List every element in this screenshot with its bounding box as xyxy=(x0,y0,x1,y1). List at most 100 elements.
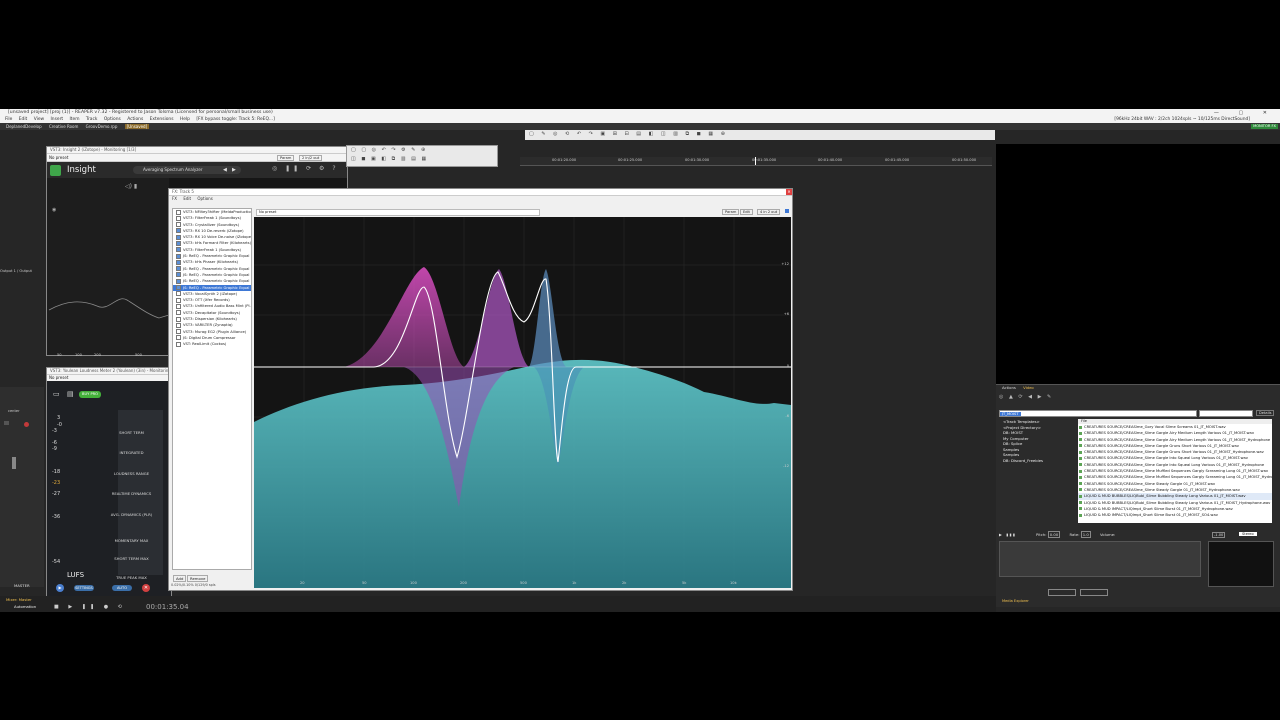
media-waveform[interactable] xyxy=(999,541,1201,577)
media-toolbar-icons[interactable]: ◎ ▲ ⟳ ◀ ▶ ✎ xyxy=(999,394,1053,400)
time-mark: 00:01:40.000 xyxy=(818,158,843,162)
stereo-button[interactable]: Stereo xyxy=(1239,532,1257,536)
project-tab[interactable]: [Unsaved] xyxy=(124,124,150,129)
pitch-input[interactable]: 0.00 xyxy=(1047,531,1061,538)
eq-graph xyxy=(254,217,791,588)
menu-actions[interactable]: Actions xyxy=(127,117,143,122)
rate-input[interactable]: 1.0 xyxy=(1080,531,1091,538)
buy-pro-button[interactable]: BUY PRO xyxy=(79,391,101,398)
media-explorer-tab[interactable]: Media Explorer xyxy=(1002,599,1029,603)
track-tab-automation[interactable]: Automation xyxy=(14,604,36,609)
media-play-icon[interactable]: ▶ xyxy=(999,532,1002,537)
menu-file[interactable]: File xyxy=(5,117,12,122)
fx-bypass-checkbox[interactable] xyxy=(785,209,789,213)
project-tab[interactable]: GroovDemo.rpp xyxy=(86,124,118,129)
media-search-input[interactable]: JT_MOIST xyxy=(999,410,1197,417)
menu-track[interactable]: Track xyxy=(86,117,98,122)
loudness-preset[interactable]: No preset xyxy=(49,375,68,380)
volume-input[interactable]: -1.00 xyxy=(1212,532,1226,538)
auto-button[interactable]: AUTO xyxy=(112,585,132,591)
rate-label: Rate: xyxy=(1069,532,1080,537)
fx-item[interactable]: VST3: Unfiltered Audio Bass Mint (Pl.. xyxy=(173,303,251,309)
menu-extensions[interactable]: Extensions xyxy=(150,117,174,122)
bottom-dock: Mixer: Master Automation ■ ▶ ❚❚ ● ⟲ 00:0… xyxy=(0,596,996,612)
reaper-window: [unsaved project] [proj (1)] - REAPER v7… xyxy=(0,109,1280,612)
lufs-scale-0: -0 xyxy=(57,422,62,428)
lock-icon[interactable]: ▤ xyxy=(67,390,74,398)
fx-edit-button[interactable]: Edit xyxy=(740,209,753,215)
insight-brand: Insight xyxy=(67,165,96,175)
toolbar-icons[interactable]: ▢ ▢ ◎ ↶ ↷ ⚙ ✎ ⊕ xyxy=(351,147,427,153)
toolbar-icons-row2[interactable]: ◫ ◼ ▣ ◧ ⧉ ▥ ▤ ▦ xyxy=(351,156,428,162)
media-file-list[interactable]: File CREATURES SOURCE/CREASlme_Gory Voca… xyxy=(1078,419,1272,523)
lufs-scale-3: 3 xyxy=(57,415,61,421)
transport-icons[interactable]: ◎ ❚❚ ⟳ ⚙ ? xyxy=(272,165,339,172)
fx-param-button[interactable]: Param xyxy=(722,209,740,215)
media-path-select[interactable] xyxy=(1199,410,1253,417)
play-icon[interactable]: ▶ xyxy=(56,584,64,592)
fx-remove-button[interactable]: Remove xyxy=(187,575,209,582)
next-arrow-icon[interactable]: ▶ xyxy=(232,166,236,174)
fx-item[interactable]: VST: RealLimit (Cockos) xyxy=(173,341,251,347)
menu-edit[interactable]: Edit xyxy=(19,117,28,122)
transport-buttons[interactable]: ■ ▶ ❚❚ ● ⟲ xyxy=(54,604,126,610)
insight-preset[interactable]: No preset xyxy=(49,154,68,161)
reset-icon[interactable]: ✕ xyxy=(142,584,150,592)
master-label: MASTER xyxy=(14,583,30,588)
timeline-ruler[interactable]: 00:01:20.000 00:01:25.000 00:01:30.000 0… xyxy=(520,157,992,166)
project-tab[interactable]: DeplanedDevelop xyxy=(6,124,42,129)
menu-item[interactable]: Item xyxy=(70,117,80,122)
details-button[interactable]: Details xyxy=(1256,410,1275,416)
fx-io-button[interactable]: 4 in 2 out xyxy=(757,209,781,215)
media-tree[interactable]: <Track Templates> <Project Directory> DB… xyxy=(999,419,1071,529)
playhead[interactable] xyxy=(755,157,756,165)
mute-button[interactable] xyxy=(4,421,9,425)
menu-insert[interactable]: Insert xyxy=(51,117,64,122)
eq-freq-tick: 100 xyxy=(410,581,417,585)
menu-view[interactable]: View xyxy=(34,117,44,122)
tab-video[interactable]: Video xyxy=(1023,385,1034,390)
project-tabs: DeplanedDevelop Creative Room GroovDemo.… xyxy=(0,123,1280,130)
lufs-scale-23: -23 xyxy=(52,480,61,486)
tree-item[interactable]: DB: Discord_Freebies xyxy=(999,458,1071,464)
monitor-fx-badge[interactable]: MONITOR FX xyxy=(1251,124,1278,129)
settings-dot-icon[interactable]: ◉ xyxy=(52,207,56,213)
prev-arrow-icon[interactable]: ◀ xyxy=(223,166,227,174)
label-avg-dynamics: AVG. DYNAMICS (PLR) xyxy=(110,512,153,517)
fx-add-button[interactable]: Add xyxy=(173,575,187,582)
fx-item[interactable]: VST3: Murag EG2 (Plugin Alliance) xyxy=(173,329,251,335)
fx-window: FX: Track 5 ✕ FX Edit Options VST3: NFil… xyxy=(168,188,793,591)
fx-item[interactable]: JS: ReEQ - Parametric Graphic Equal xyxy=(173,278,251,284)
record-arm-icon[interactable] xyxy=(24,422,29,427)
file-row[interactable]: LIQUID & MUD IMPACT/LIQImpt_Short Slime … xyxy=(1078,512,1272,519)
fx-item[interactable]: VST3: FilterFreak 1 (Soundtoys) xyxy=(173,215,251,221)
fx-menu-fx[interactable]: FX xyxy=(172,196,177,201)
view-toggle-icon[interactable]: ◁) ▮ xyxy=(125,183,137,190)
insight-io-button[interactable]: 2 in/2 out xyxy=(299,155,323,161)
settings-button[interactable]: SETTINGS xyxy=(74,585,94,591)
master-fader[interactable] xyxy=(12,457,16,469)
fx-close-button[interactable]: ✕ xyxy=(786,189,792,195)
fx-item[interactable]: VST3: kHs Formant Filter (Kilohearts) xyxy=(173,240,251,246)
eq-db-tick: +6 xyxy=(783,312,789,316)
eq-display[interactable]: 20 50 100 200 500 1k 2k 5k 10k +12 +6 0 … xyxy=(254,217,791,588)
freq-tick: 500 xyxy=(135,353,142,357)
media-transport-icons[interactable]: ▮ ▮ ▮ xyxy=(1006,532,1015,537)
project-tab[interactable]: Creative Room xyxy=(49,124,78,129)
menu-help[interactable]: Help xyxy=(180,117,190,122)
fx-item-selected[interactable]: JS: ReEQ - Parametric Graphic Equal xyxy=(173,284,251,291)
window-controls[interactable]: — ▢ ✕ xyxy=(1214,109,1276,117)
monitor-icon[interactable]: ▭ xyxy=(53,390,60,398)
media-button-b[interactable] xyxy=(1080,589,1108,596)
fx-preset-select[interactable]: No preset xyxy=(256,209,540,216)
tab-actions[interactable]: Actions xyxy=(1002,385,1016,390)
top-toolbar-icons[interactable]: ▢ ✎ ◎ ⟲ ↶ ↷ ▣ ⊞ ⊟ ▤ ◧ ◫ ▥ ⧉ ◼ ▦ ⊕ xyxy=(529,131,728,137)
track-tab-mixer[interactable]: Mixer: Master xyxy=(6,597,32,602)
media-button-a[interactable] xyxy=(1048,589,1076,596)
fx-menu-edit[interactable]: Edit xyxy=(183,196,191,201)
fx-chain-list[interactable]: VST3: NFiltey3hifter (MeldaProduction) V… xyxy=(172,208,252,570)
insight-param-button[interactable]: Param xyxy=(277,155,295,161)
analyzer-selector[interactable]: Averaging Spectrum Analyzer ◀ ▶ xyxy=(133,166,241,174)
fx-menu-options[interactable]: Options xyxy=(197,196,212,201)
menu-options[interactable]: Options xyxy=(104,117,121,122)
